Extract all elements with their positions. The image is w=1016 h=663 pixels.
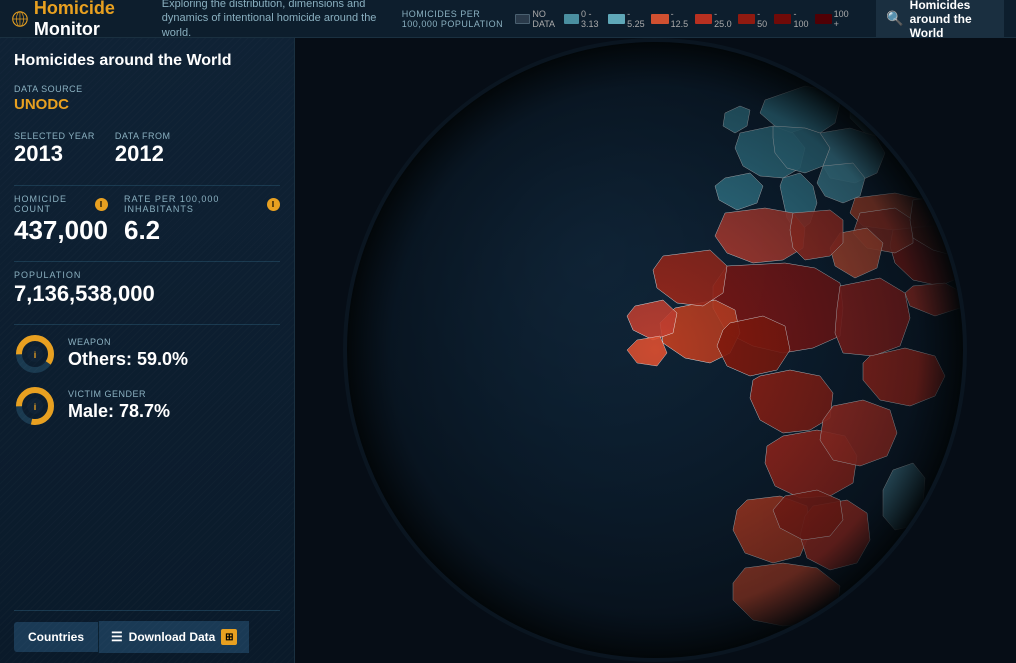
gender-info: VICTIM GENDER Male: 78.7% xyxy=(68,389,170,422)
swatch-6 xyxy=(815,14,831,24)
app-logo: Homicide Monitor xyxy=(12,0,144,40)
logo-homicide: Homicide xyxy=(34,0,115,18)
svg-text:i: i xyxy=(34,402,37,412)
homicide-count-value: 437,000 xyxy=(14,216,108,245)
legend-item-4: - 50 xyxy=(738,9,770,29)
legend-label: HOMICIDES PER 100,000 POPULATION xyxy=(402,9,508,29)
divider-2 xyxy=(14,261,280,262)
legend-item-1: - 5.25 xyxy=(608,9,648,29)
svg-text:i: i xyxy=(34,350,37,360)
data-from-block: DATA FROM 2012 xyxy=(115,131,171,167)
download-icon: ⊞ xyxy=(221,629,237,645)
gender-donut: i xyxy=(14,385,56,427)
population-section: POPULATION 7,136,538,000 xyxy=(14,270,280,306)
rate-info-icon[interactable]: i xyxy=(267,198,280,211)
list-icon: ☰ xyxy=(111,629,123,645)
source-label: DATA SOURCE xyxy=(14,84,280,94)
swatch-5 xyxy=(774,14,791,24)
data-from-label: DATA FROM xyxy=(115,131,171,141)
download-button[interactable]: ☰ Download Data ⊞ xyxy=(98,621,249,653)
divider-3 xyxy=(14,324,280,325)
selected-year-label: SELECTED YEAR xyxy=(14,131,95,141)
homicide-rate-row: HOMICIDE COUNT i 437,000 RATE PER 100,00… xyxy=(14,194,280,245)
selected-year-value: 2013 xyxy=(14,141,95,167)
sidebar-title: Homicides around the World xyxy=(14,52,280,70)
weapon-label: WEAPON xyxy=(68,337,188,347)
rate-label: RATE PER 100,000 INHABITANTS i xyxy=(124,194,280,214)
search-title: Homicides around the World xyxy=(910,0,994,40)
homicide-count-label: HOMICIDE COUNT i xyxy=(14,194,108,214)
legend-item-3: - 25.0 xyxy=(695,9,735,29)
population-value: 7,136,538,000 xyxy=(14,282,280,306)
bottom-buttons: Countries ☰ Download Data ⊞ xyxy=(14,610,280,653)
legend-item-6: 100 + xyxy=(815,9,852,29)
year-data-row: SELECTED YEAR 2013 DATA FROM 2012 xyxy=(14,131,280,167)
gender-stat: i VICTIM GENDER Male: 78.7% xyxy=(14,385,280,427)
globe-svg xyxy=(295,38,1016,663)
weapon-info: WEAPON Others: 59.0% xyxy=(68,337,188,370)
legend-item-2: - 12.5 xyxy=(651,9,691,29)
weapon-stat: i WEAPON Others: 59.0% xyxy=(14,333,280,375)
map-area[interactable] xyxy=(295,38,1016,663)
search-icon: 🔍 xyxy=(886,10,903,27)
homicide-count-block: HOMICIDE COUNT i 437,000 xyxy=(14,194,108,245)
logo-icon xyxy=(12,8,28,30)
homicide-count-info-icon[interactable]: i xyxy=(95,198,108,211)
population-label: POPULATION xyxy=(14,270,280,280)
swatch-3 xyxy=(695,14,712,24)
app-header: Homicide Monitor Exploring the distribut… xyxy=(0,0,1016,38)
rate-block: RATE PER 100,000 INHABITANTS i 6.2 xyxy=(124,194,280,245)
countries-button[interactable]: Countries xyxy=(14,622,98,652)
swatch-1 xyxy=(608,14,625,24)
swatch-2 xyxy=(651,14,668,24)
logo-monitor: Monitor xyxy=(34,19,100,39)
source-value: UNODC xyxy=(14,96,280,113)
legend-item-0: 0 - 3.13 xyxy=(564,9,604,29)
weapon-donut: i xyxy=(14,333,56,375)
swatch-nodata xyxy=(515,14,530,24)
selected-year-block: SELECTED YEAR 2013 xyxy=(14,131,95,167)
header-legend: HOMICIDES PER 100,000 POPULATION NO DATA… xyxy=(402,0,1004,44)
main-content: Homicides around the World DATA SOURCE U… xyxy=(0,38,1016,663)
weapon-value: Others: 59.0% xyxy=(68,349,188,370)
legend-items: NO DATA 0 - 3.13 - 5.25 - 12.5 - 25.0 - … xyxy=(515,9,852,29)
gender-label: VICTIM GENDER xyxy=(68,389,170,399)
data-from-value: 2012 xyxy=(115,141,171,167)
swatch-4 xyxy=(738,14,755,24)
gender-value: Male: 78.7% xyxy=(68,401,170,422)
source-section: DATA SOURCE UNODC xyxy=(14,84,280,121)
legend-item-5: - 100 xyxy=(774,9,811,29)
header-tagline: Exploring the distribution, dimensions a… xyxy=(162,0,402,40)
logo-text: Homicide Monitor xyxy=(34,0,144,40)
rate-value: 6.2 xyxy=(124,216,280,245)
search-area[interactable]: 🔍 Homicides around the World xyxy=(876,0,1004,44)
divider-1 xyxy=(14,185,280,186)
legend-item-nodata: NO DATA xyxy=(515,9,560,29)
sidebar: Homicides around the World DATA SOURCE U… xyxy=(0,38,295,663)
swatch-0 xyxy=(564,14,579,24)
